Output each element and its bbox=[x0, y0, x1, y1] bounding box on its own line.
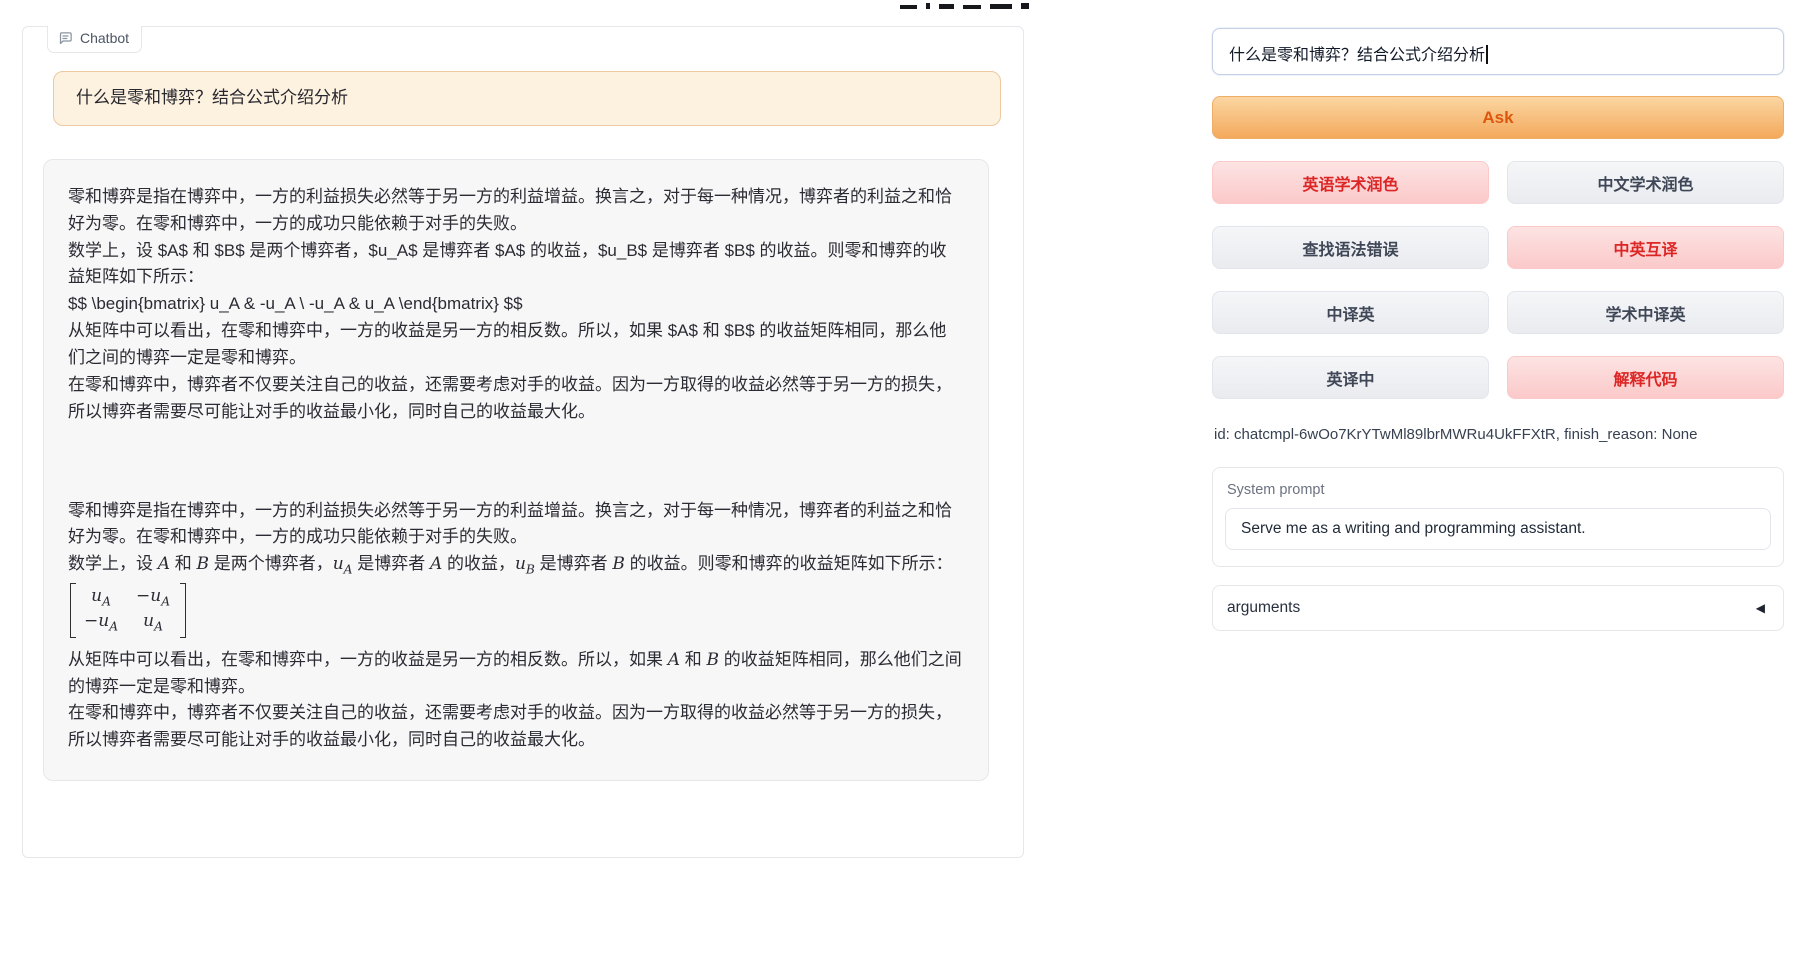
chatbot-panel: Chatbot 什么是零和博弈？结合公式介绍分析 零和博弈是指在博弈中，一方的利… bbox=[22, 26, 1024, 858]
matrix-right-bracket bbox=[180, 583, 186, 638]
arguments-accordion[interactable]: arguments ◀ bbox=[1212, 585, 1784, 631]
payoff-matrix: uA −uA −uA uA bbox=[70, 583, 186, 638]
system-prompt-group: System prompt Serve me as a writing and … bbox=[1212, 467, 1784, 567]
system-prompt-input[interactable]: Serve me as a writing and programming as… bbox=[1225, 508, 1771, 550]
user-message-text: 什么是零和博弈？结合公式介绍分析 bbox=[76, 85, 978, 112]
collapse-arrow-icon[interactable]: ◀ bbox=[1756, 601, 1765, 615]
bot-paragraph: 零和博弈是指在博弈中，一方的利益损失必然等于另一方的利益增益。换言之，对于每一种… bbox=[68, 184, 962, 238]
button-find-grammar-errors[interactable]: 查找语法错误 bbox=[1212, 226, 1489, 269]
bot-paragraph: 零和博弈是指在博弈中，一方的利益损失必然等于另一方的利益增益。换言之，对于每一种… bbox=[68, 498, 962, 552]
bot-rendered-block: 零和博弈是指在博弈中，一方的利益损失必然等于另一方的利益增益。换言之，对于每一种… bbox=[68, 498, 962, 755]
bot-paragraph: 从矩阵中可以看出，在零和博弈中，一方的收益是另一方的相反数。所以，如果 $A$ … bbox=[68, 318, 962, 372]
status-line: id: chatcmpl-6wOo7KrYTwMl89lbrMWRu4UkFFX… bbox=[1214, 426, 1784, 443]
bot-paragraph: 数学上，设 $A$ 和 $B$ 是两个博弈者，$u_A$ 是博弈者 $A$ 的收… bbox=[68, 238, 962, 292]
user-message-bubble: 什么是零和博弈？结合公式介绍分析 bbox=[53, 71, 1001, 126]
bot-paragraph-math: 数学上，设 A 和 B 是两个博弈者，uA 是博弈者 A 的收益，uB 是博弈者… bbox=[68, 551, 962, 580]
matrix-cell: uA bbox=[136, 610, 170, 635]
function-button-grid: 英语学术润色 中文学术润色 查找语法错误 中英互译 中译英 学术中译英 英译中 … bbox=[1212, 161, 1784, 399]
bot-raw-block: 零和博弈是指在博弈中，一方的利益损失必然等于另一方的利益增益。换言之，对于每一种… bbox=[68, 184, 962, 426]
question-input-value: 什么是零和博弈？结合公式介绍分析 bbox=[1229, 47, 1485, 64]
system-prompt-label: System prompt bbox=[1227, 482, 1771, 498]
button-academic-zh-to-en[interactable]: 学术中译英 bbox=[1507, 291, 1784, 334]
button-explain-code[interactable]: 解释代码 bbox=[1507, 356, 1784, 399]
controls-column: 什么是零和博弈？结合公式介绍分析 Ask 英语学术润色 中文学术润色 查找语法错… bbox=[1212, 28, 1784, 631]
button-zh-en-mutual-translate[interactable]: 中英互译 bbox=[1507, 226, 1784, 269]
arguments-accordion-label: arguments bbox=[1227, 599, 1300, 617]
bot-paragraph: 在零和博弈中，博弈者不仅要关注自己的收益，还需要考虑对手的收益。因为一方取得的收… bbox=[68, 700, 962, 754]
text-caret bbox=[1486, 45, 1488, 64]
button-zh-to-en[interactable]: 中译英 bbox=[1212, 291, 1489, 334]
bot-paragraph: 在零和博弈中，博弈者不仅要关注自己的收益，还需要考虑对手的收益。因为一方取得的收… bbox=[68, 372, 962, 426]
chatbot-label: Chatbot bbox=[47, 26, 142, 53]
ask-button[interactable]: Ask bbox=[1212, 96, 1784, 139]
message-list: 什么是零和博弈？结合公式介绍分析 零和博弈是指在博弈中，一方的利益损失必然等于另… bbox=[23, 27, 1023, 801]
chatbot-label-text: Chatbot bbox=[80, 30, 129, 46]
button-chinese-academic-polish[interactable]: 中文学术润色 bbox=[1507, 161, 1784, 204]
bot-latex-source-line: $$ \begin{bmatrix} u_A & -u_A \ -u_A & u… bbox=[68, 291, 962, 318]
matrix-cell: −uA bbox=[84, 610, 118, 635]
button-english-academic-polish[interactable]: 英语学术润色 bbox=[1212, 161, 1489, 204]
matrix-cell: uA bbox=[84, 585, 118, 610]
clipped-page-title bbox=[900, 0, 1029, 9]
button-en-to-zh[interactable]: 英译中 bbox=[1212, 356, 1489, 399]
bot-paragraph-math: 从矩阵中可以看出，在零和博弈中，一方的收益是另一方的相反数。所以，如果 A 和 … bbox=[68, 647, 962, 701]
app-layout: Chatbot 什么是零和博弈？结合公式介绍分析 零和博弈是指在博弈中，一方的利… bbox=[0, 0, 1814, 858]
bot-message-bubble: 零和博弈是指在博弈中，一方的利益损失必然等于另一方的利益增益。换言之，对于每一种… bbox=[43, 159, 989, 781]
matrix-cell: −uA bbox=[136, 585, 170, 610]
chat-bubble-icon bbox=[58, 31, 73, 46]
question-input[interactable]: 什么是零和博弈？结合公式介绍分析 bbox=[1212, 28, 1784, 75]
